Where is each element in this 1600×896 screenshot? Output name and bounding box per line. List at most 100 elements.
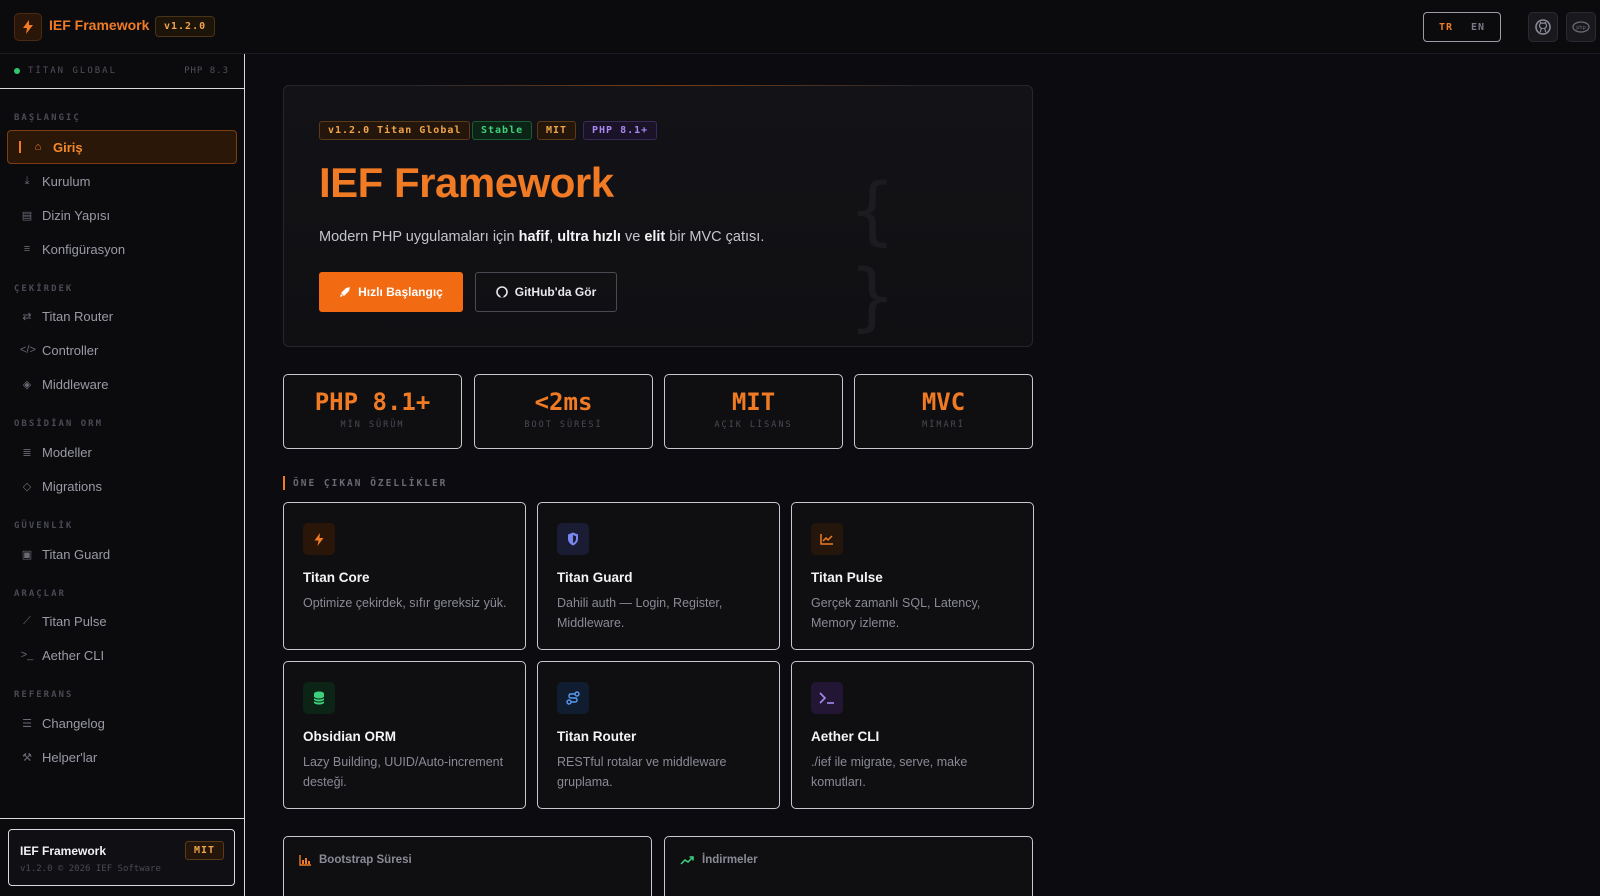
php-version-label: PHP 8.3 (184, 66, 229, 76)
section-core: ÇEKİRDEK (14, 284, 74, 294)
sidebar-item-helpers[interactable]: ⚒ Helper'lar (7, 740, 237, 774)
feature-desc: RESTful rotalar ve middleware gruplama. (557, 755, 727, 789)
braces-decoration-icon: { } (850, 168, 913, 340)
stat-label: AÇIK LİSANS (714, 420, 793, 430)
sidebar-item-label: Kurulum (42, 173, 91, 189)
sidebar-item-label: Konfigürasyon (42, 241, 126, 257)
shield-icon: ◈ (22, 378, 32, 391)
sidebar-item-aether[interactable]: >_ Aether CLI (7, 638, 237, 672)
sidebar-item-label: Titan Pulse (42, 613, 107, 629)
lang-en-option[interactable]: EN (1471, 22, 1485, 33)
code-icon: </> (20, 344, 36, 356)
database-icon: ≣ (22, 446, 32, 459)
sidebar-item-label: Giriş (53, 139, 83, 155)
bootstrap-time-card: Bootstrap Süresi (283, 836, 652, 896)
sliders-icon: ≡ (23, 243, 31, 255)
sidebar: TİTAN GLOBAL PHP 8.3 BAŞLANGIÇ ⌂ Giriş ⤓… (0, 54, 245, 896)
sidebar-item-label: Controller (42, 342, 99, 358)
terminal-icon: >_ (20, 649, 34, 661)
lang-tr-option[interactable]: TR (1439, 22, 1453, 33)
status-label: TİTAN GLOBAL (28, 66, 118, 76)
sidebar-item-dizin[interactable]: ▤ Dizin Yapısı (7, 198, 237, 232)
sidebar-item-konfig[interactable]: ≡ Konfigürasyon (7, 232, 237, 266)
sidebar-item-label: Titan Router (42, 308, 114, 324)
php-button[interactable]: php (1566, 12, 1596, 42)
bolt-logo-icon[interactable] (14, 13, 42, 41)
sidebar-divider (0, 818, 244, 819)
quick-start-button[interactable]: Hızlı Başlangıç (319, 272, 463, 312)
github-view-button[interactable]: GitHub'da Gör (475, 272, 617, 312)
sidebar-item-changelog[interactable]: ☰ Changelog (7, 706, 237, 740)
route-icon: ⇄ (22, 310, 32, 323)
home-icon: ⌂ (34, 141, 42, 153)
sidebar-item-migrations[interactable]: ◇ Migrations (7, 469, 237, 503)
sidebar-item-router[interactable]: ⇄ Titan Router (7, 299, 237, 333)
sidebar-item-label: Aether CLI (42, 647, 105, 663)
stat-value: MVC (921, 388, 966, 416)
shield-icon (557, 523, 589, 555)
sidebar-item-controller[interactable]: </> Controller (7, 333, 237, 367)
sidebar-item-label: Changelog (42, 715, 105, 731)
license-badge: MIT (184, 841, 224, 860)
sidebar-item-label: Helper'lar (42, 749, 98, 765)
downloads-card: İndirmeler (664, 836, 1033, 896)
license-pill: MIT (537, 121, 577, 140)
feature-title: Titan Core (303, 570, 370, 585)
feature-card-titan-core[interactable]: Titan Core Optimize çekirdek, sıfır gere… (283, 502, 526, 650)
stat-architecture: MVC MİMARİ (854, 374, 1033, 449)
hero-lead: Modern PHP uygulamaları için hafif, ultr… (319, 229, 765, 245)
section-tools: ARAÇLAR (14, 589, 66, 599)
sidebar-item-kurulum[interactable]: ⤓ Kurulum (7, 164, 237, 198)
features-heading: ÖNE ÇIKAN ÖZELLİKLER (283, 476, 447, 490)
feature-card-titan-pulse[interactable]: Titan Pulse Gerçek zamanlı SQL, Latency,… (791, 502, 1034, 650)
feature-title: Obsidian ORM (303, 729, 397, 744)
layers-icon: ◇ (22, 480, 32, 493)
feature-card-titan-guard[interactable]: Titan Guard Dahili auth — Login, Registe… (537, 502, 780, 650)
hero-card: v1.2.0 Titan Global Stable MIT PHP 8.1+ … (283, 85, 1033, 347)
chart-line-icon: ⟋ (23, 614, 31, 627)
bar-chart-icon (299, 854, 311, 866)
feature-desc: Gerçek zamanlı SQL, Latency, Memory izle… (811, 596, 981, 630)
stat-license: MIT AÇIK LİSANS (664, 374, 843, 449)
footer-title: IEF Framework (20, 844, 107, 858)
lock-icon: ▣ (21, 548, 33, 561)
card-heading: İndirmeler (702, 854, 758, 866)
stat-min-version: PHP 8.1+ MİN SÜRÜM (283, 374, 462, 449)
sidebar-item-label: Dizin Yapısı (42, 207, 111, 223)
route-icon (557, 682, 589, 714)
stable-pill: Stable (472, 121, 533, 140)
feature-title: Titan Router (557, 729, 637, 744)
wrench-icon: ⚒ (22, 751, 32, 764)
sidebar-item-middleware[interactable]: ◈ Middleware (7, 367, 237, 401)
stat-value: PHP 8.1+ (314, 388, 431, 416)
feature-desc: Optimize çekirdek, sıfır gereksiz yük. (303, 596, 507, 610)
version-pill: v1.2.0 Titan Global (319, 121, 471, 140)
feature-card-titan-router[interactable]: Titan Router RESTful rotalar ve middlewa… (537, 661, 780, 809)
github-button[interactable] (1528, 12, 1558, 42)
database-icon (303, 682, 335, 714)
sidebar-item-modeller[interactable]: ≣ Modeller (7, 435, 237, 469)
sidebar-footer-card: IEF Framework v1.2.0 © 2026 IEF Software… (8, 829, 235, 886)
version-badge: v1.2.0 (155, 16, 216, 37)
php-pill: PHP 8.1+ (583, 121, 658, 140)
feature-card-obsidian-orm[interactable]: Obsidian ORM Lazy Building, UUID/Auto-in… (283, 661, 526, 809)
sidebar-item-label: Titan Guard (42, 546, 111, 562)
feature-card-aether-cli[interactable]: Aether CLI ./ief ile migrate, serve, mak… (791, 661, 1034, 809)
brand-title[interactable]: IEF Framework (49, 17, 149, 33)
stat-label: MİMARİ (922, 420, 965, 430)
sidebar-item-guard[interactable]: ▣ Titan Guard (7, 537, 237, 571)
sidebar-item-label: Migrations (42, 478, 102, 494)
section-security: GÜVENLİK (14, 521, 74, 531)
sidebar-item-pulse[interactable]: ⟋ Titan Pulse (7, 604, 237, 638)
feature-desc: Dahili auth — Login, Register, Middlewar… (557, 596, 723, 630)
sidebar-item-label: Middleware (42, 376, 109, 392)
chart-line-icon (811, 523, 843, 555)
language-switcher[interactable]: TR EN (1423, 12, 1501, 42)
status-dot-icon (14, 68, 20, 74)
section-reference: REFERANS (14, 690, 74, 700)
top-bar: IEF Framework v1.2.0 TR EN php (0, 0, 1600, 54)
feature-title: Titan Pulse (811, 570, 883, 585)
github-icon (495, 286, 508, 298)
sidebar-item-giris[interactable]: ⌂ Giriş (7, 130, 237, 164)
sidebar-status: TİTAN GLOBAL PHP 8.3 (0, 54, 244, 89)
